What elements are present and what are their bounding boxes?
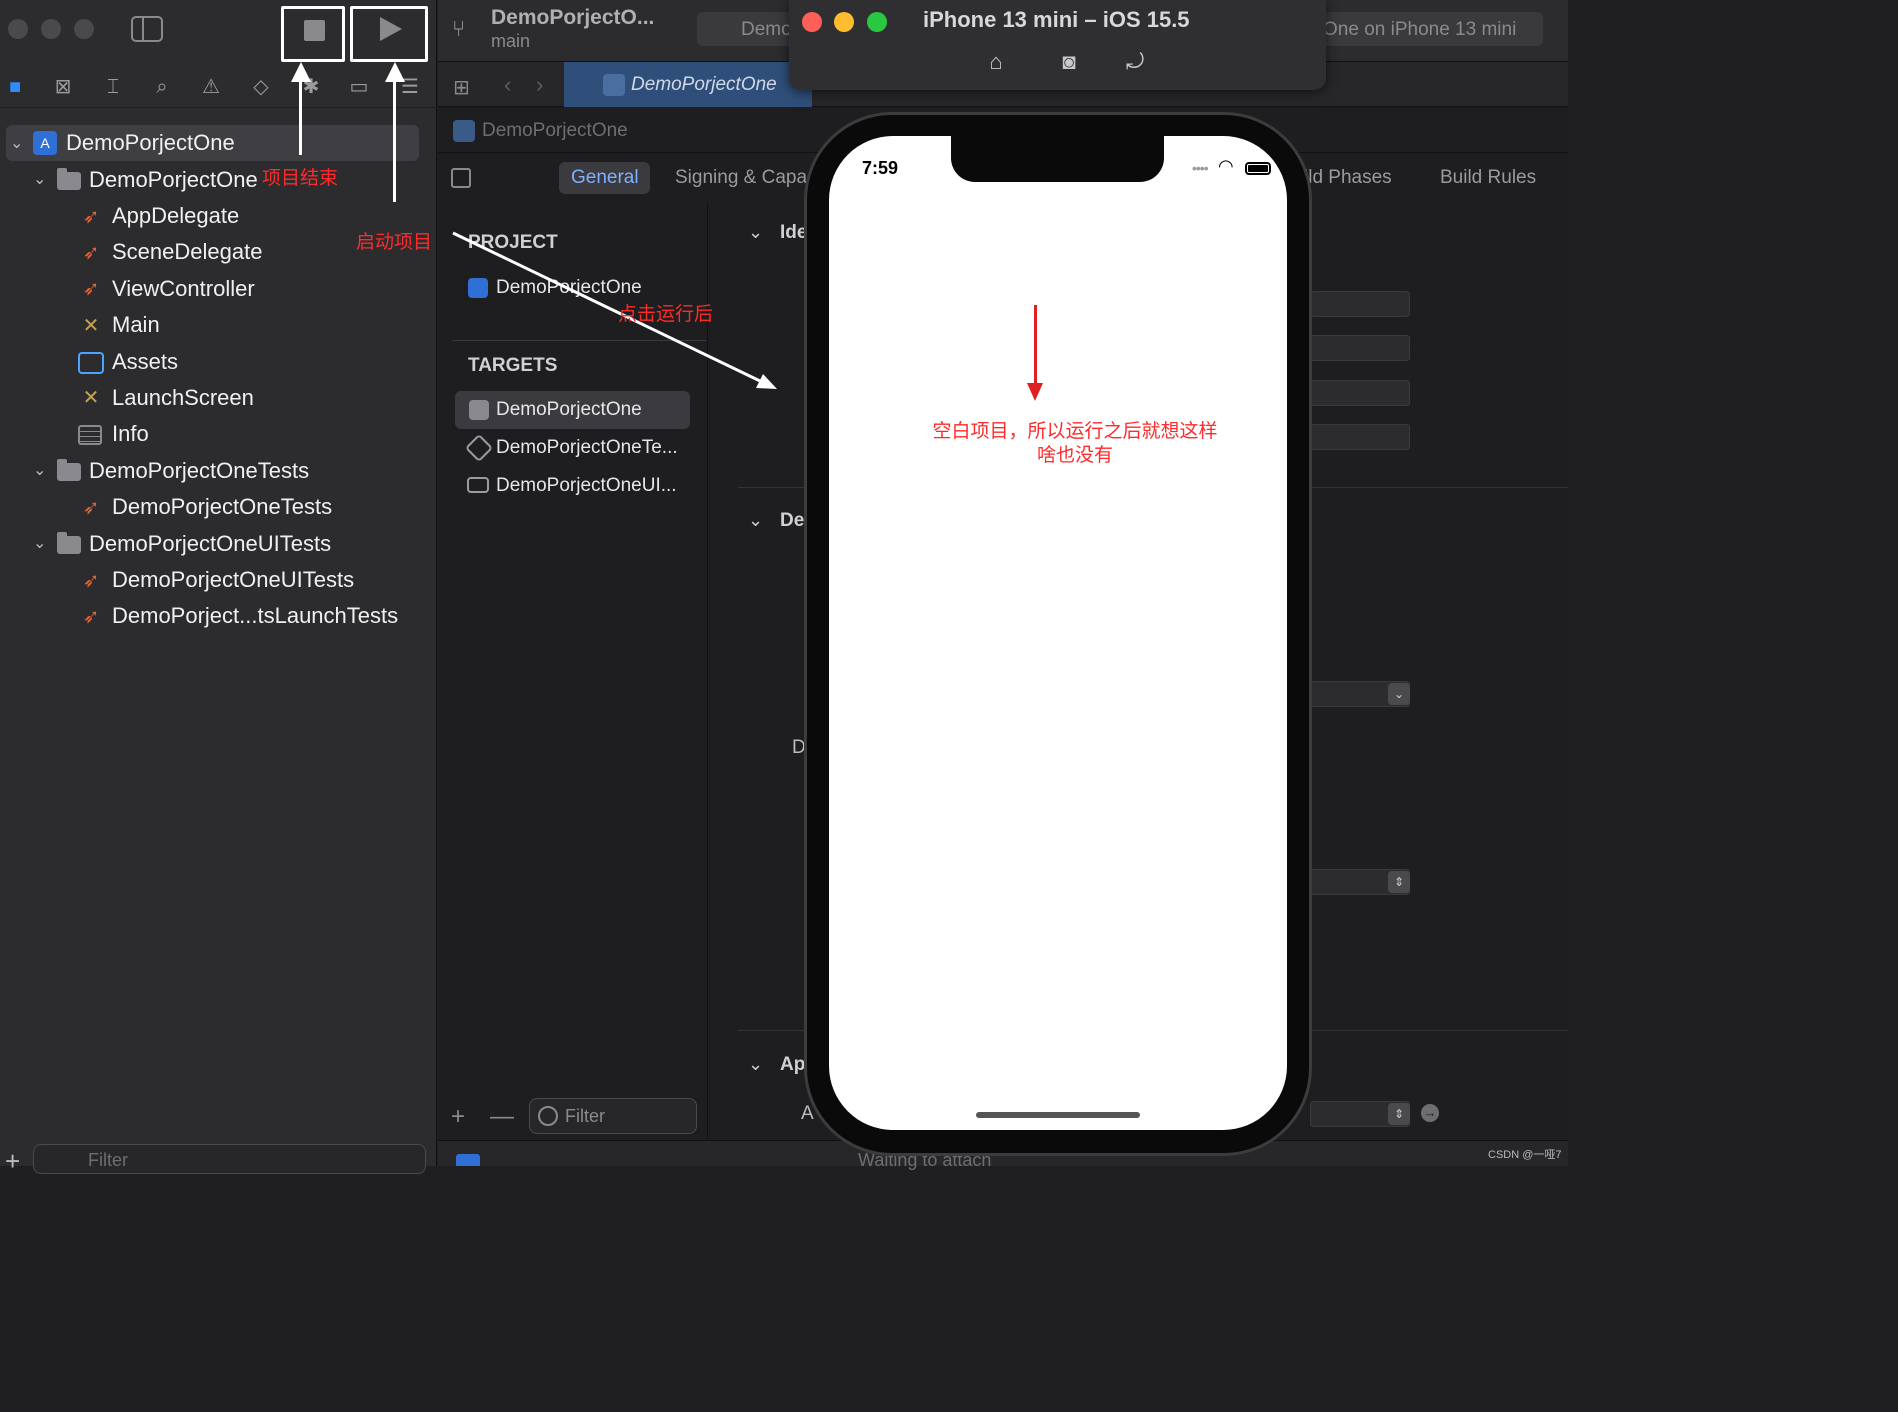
tree-item[interactable]: DemoPorjectOneUITests [112, 562, 354, 598]
swift-icon: ➶ [82, 206, 100, 228]
tree-item[interactable]: DemoPorject...tsLaunchTests [112, 598, 398, 634]
stop-annotation: 项目结束 [262, 168, 339, 189]
project-navigator: ■ ⊠ ⌶ ⌕ ⚠ ◇ ✱ ▭ ☰ ⌄ A DemoPorjectOne ⌄ D… [0, 0, 437, 1176]
zoom-window-button[interactable] [74, 19, 94, 39]
folder-icon [57, 168, 81, 190]
test-icon[interactable]: ◇ [248, 74, 274, 100]
symbol-icon[interactable]: ⌶ [100, 74, 126, 100]
chevron-down-icon[interactable]: ⌄ [33, 536, 47, 552]
tree-item[interactable]: LaunchScreen [112, 380, 254, 416]
rotate-icon[interactable]: ⤾ [1121, 48, 1149, 76]
source-control-icon[interactable]: ⊠ [50, 74, 76, 100]
close-window-button[interactable] [802, 12, 822, 32]
run-arrow [393, 80, 396, 202]
folder-icon[interactable]: ■ [2, 74, 28, 100]
minimize-window-button[interactable] [834, 12, 854, 32]
wifi-icon: ◠ [1218, 156, 1234, 176]
chevron-down-icon[interactable]: ⌄ [33, 172, 47, 188]
add-icon[interactable]: + [5, 1146, 20, 1177]
tree-item[interactable]: Info [112, 416, 149, 452]
tree-item[interactable]: AppDelegate [112, 198, 239, 234]
swift-icon: ➶ [82, 497, 100, 519]
tree-item[interactable]: Main [112, 307, 160, 343]
tree-item[interactable]: ViewController [112, 271, 255, 307]
phone-arrow [1034, 305, 1037, 385]
assets-icon [78, 352, 104, 374]
swift-icon: ➶ [82, 278, 100, 300]
stop-arrow-head [291, 62, 311, 82]
plist-icon [78, 425, 102, 445]
swift-icon: ➶ [82, 242, 100, 264]
storyboard-icon: ✕ [82, 315, 100, 337]
warning-icon[interactable]: ⚠ [198, 74, 224, 100]
filter-placeholder: Filter [88, 1150, 128, 1170]
search-icon[interactable]: ⌕ [149, 74, 175, 100]
iphone-notch [951, 136, 1164, 182]
navigator-selector-bar: ■ ⊠ ⌶ ⌕ ⚠ ◇ ✱ ▭ ☰ [0, 64, 437, 108]
tree-item[interactable]: DemoPorjectOneTests [89, 453, 309, 489]
battery-icon [1245, 162, 1271, 175]
after-run-annotation: 点击运行后 [618, 304, 714, 325]
phone-arrow-head [1027, 383, 1043, 401]
simulator-title: iPhone 13 mini – iOS 15.5 [923, 7, 1190, 32]
tree-item[interactable]: DemoPorjectOneUITests [89, 526, 331, 562]
play-icon[interactable] [380, 17, 402, 41]
home-indicator[interactable] [976, 1112, 1140, 1118]
close-window-button[interactable] [8, 19, 28, 39]
breakpoint-icon[interactable]: ▭ [346, 74, 372, 100]
signal-icon: •••• [1192, 160, 1209, 176]
stop-icon[interactable] [304, 20, 325, 41]
swift-icon: ➶ [82, 570, 100, 592]
home-icon[interactable]: ⌂ [982, 48, 1010, 76]
phone-annotation: 空白项目，所以运行之后就想这样啥也没有 [932, 421, 1218, 466]
tree-item[interactable]: SceneDelegate [112, 234, 262, 270]
screenshot-icon[interactable]: ◙ [1055, 48, 1083, 76]
tree-item[interactable]: DemoPorjectOne [89, 162, 258, 198]
stop-arrow [299, 80, 302, 155]
watermark: CSDN @一哑7 [1488, 1149, 1562, 1161]
sidebar-toggle-icon[interactable] [131, 16, 163, 42]
project-icon: A [33, 131, 57, 155]
iphone-screen[interactable] [829, 136, 1287, 1130]
storyboard-icon: ✕ [82, 387, 100, 409]
swift-icon: ➶ [82, 606, 100, 628]
status-time: 7:59 [862, 158, 899, 178]
chevron-down-icon[interactable]: ⌄ [33, 463, 47, 479]
folder-icon [57, 532, 81, 554]
tree-item[interactable]: DemoPorjectOne [66, 125, 235, 161]
folder-icon [57, 459, 81, 481]
tree-item[interactable]: DemoPorjectOneTests [112, 489, 332, 525]
chevron-down-icon[interactable]: ⌄ [10, 136, 24, 152]
tree-item[interactable]: Assets [112, 344, 178, 380]
run-annotation: 启动项目 [356, 232, 433, 253]
zoom-window-button[interactable] [867, 12, 887, 32]
minimize-window-button[interactable] [41, 19, 61, 39]
run-arrow-head [385, 62, 405, 82]
